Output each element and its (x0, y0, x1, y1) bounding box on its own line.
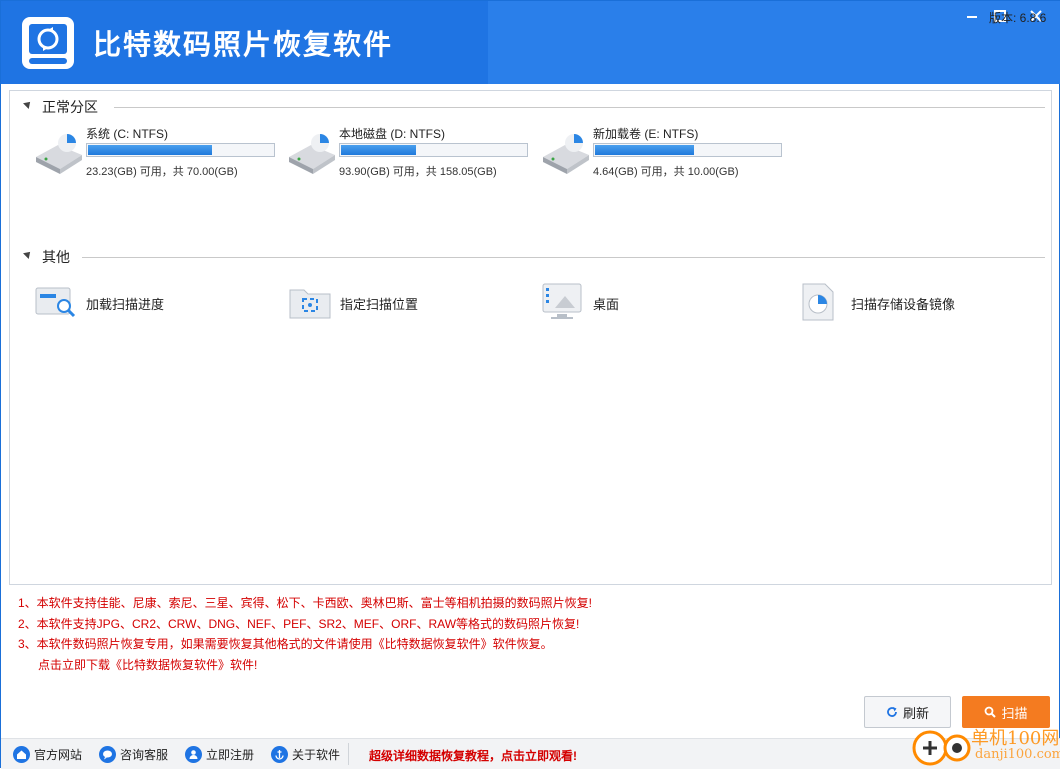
app-logo-icon (22, 17, 74, 69)
load-scan-progress-label: 加载扫描进度 (86, 297, 165, 312)
refresh-label: 刷新 (902, 705, 929, 721)
folder-target-icon (289, 289, 331, 319)
desktop-item[interactable]: 桌面 (541, 282, 771, 322)
user-icon (185, 745, 202, 763)
scan-device-image-label: 扫描存储设备镜像 (851, 297, 956, 312)
app-window: 比特数码照片恢复软件 正常分区 系统 (C: NTFS) 23.23(GB) 可… (0, 0, 1060, 769)
register-link[interactable]: 立即注册 (185, 743, 254, 765)
statusbar-item-label: 立即注册 (206, 747, 255, 762)
minimize-button[interactable] (957, 5, 987, 27)
notes: 1、本软件支持佳能、尼康、索尼、三星、宾得、松下、卡西欧、奥林巴斯、富士等相机拍… (18, 593, 592, 675)
section-title: 正常分区 (42, 99, 98, 115)
about-software-link[interactable]: 关于软件 (271, 743, 340, 765)
home-icon (13, 745, 30, 763)
drive-name: 系统 (C: NTFS) (86, 127, 168, 141)
usage-bar (593, 143, 782, 157)
minimize-icon (967, 16, 977, 18)
drive-name: 本地磁盘 (D: NTFS) (339, 127, 445, 141)
chat-bubble-icon (99, 745, 116, 763)
drive-capacity: 23.23(GB) 可用，共 70.00(GB) (86, 166, 238, 178)
drive-c[interactable]: 系统 (C: NTFS) 23.23(GB) 可用，共 70.00(GB) (34, 125, 284, 185)
desktop-label: 桌面 (593, 297, 620, 312)
usage-bar (339, 143, 528, 157)
version-label: 版本: 6.8.6 (989, 11, 1047, 25)
drive-capacity: 93.90(GB) 可用，共 158.05(GB) (339, 166, 497, 178)
drive-d[interactable]: 本地磁盘 (D: NTFS) 93.90(GB) 可用，共 158.05(GB) (287, 125, 537, 185)
official-website-link[interactable]: 官方网站 (13, 743, 82, 765)
section-other[interactable]: 其他 (10, 245, 1051, 265)
site-watermark: 单机100网 danji100.com (909, 721, 1060, 769)
customer-service-link[interactable]: 咨询客服 (99, 743, 168, 765)
specify-scan-location[interactable]: 指定扫描位置 (288, 282, 518, 322)
watermark-subtext: danji100.com (975, 747, 1060, 762)
collapse-triangle-icon[interactable] (23, 249, 33, 259)
hard-drive-icon (36, 134, 82, 174)
section-normal-partitions[interactable]: 正常分区 (10, 95, 1051, 115)
drive-name: 新加载卷 (E: NTFS) (593, 127, 699, 141)
title-bar[interactable]: 比特数码照片恢复软件 (1, 1, 1060, 84)
load-progress-icon (35, 287, 76, 318)
main-panel: 正常分区 系统 (C: NTFS) 23.23(GB) 可用，共 70.00(G… (9, 90, 1052, 585)
specify-scan-location-label: 指定扫描位置 (340, 297, 419, 312)
watermark-logo-icon (912, 730, 971, 766)
load-scan-progress[interactable]: 加载扫描进度 (34, 282, 264, 322)
refresh-icon (887, 707, 897, 717)
desktop-icon (542, 283, 582, 319)
usage-bar (86, 143, 275, 157)
anchor-icon (271, 745, 288, 763)
search-icon (985, 706, 997, 718)
note-line: 1、本软件支持佳能、尼康、索尼、三星、宾得、松下、卡西欧、奥林巴斯、富士等相机拍… (18, 596, 593, 610)
collapse-triangle-icon[interactable] (23, 99, 33, 109)
scan-label: 扫描 (1001, 705, 1028, 721)
scan-device-image[interactable]: 扫描存储设备镜像 (799, 282, 1029, 322)
section-title: 其他 (42, 249, 70, 265)
drive-capacity: 4.64(GB) 可用，共 10.00(GB) (593, 166, 739, 178)
hard-drive-icon (289, 134, 335, 174)
tutorial-promo-link[interactable]: 超级详细数据恢复教程，点击立即观看! (369, 747, 577, 764)
app-title: 比特数码照片恢复软件 (93, 28, 394, 61)
note-line: 3、本软件数码照片恢复专用，如果需要恢复其他格式的文件请使用《比特数据恢复软件》… (18, 637, 553, 651)
hard-drive-icon (543, 134, 589, 174)
statusbar-item-label: 关于软件 (292, 747, 341, 762)
statusbar-item-label: 咨询客服 (120, 747, 169, 762)
note-line: 2、本软件支持JPG、CR2、CRW、DNG、NEF、PEF、SR2、MEF、O… (18, 616, 580, 631)
download-link[interactable]: 点击立即下载《比特数据恢复软件》软件! (18, 655, 592, 676)
disk-image-icon (802, 283, 834, 321)
status-bar: 官方网站 咨询客服 立即注册 关于软件 超级详细数据恢复教程，点击立即观看! (1, 738, 1060, 769)
drive-e[interactable]: 新加载卷 (E: NTFS) 4.64(GB) 可用，共 10.00(GB) (541, 125, 791, 185)
statusbar-item-label: 官方网站 (34, 747, 83, 762)
